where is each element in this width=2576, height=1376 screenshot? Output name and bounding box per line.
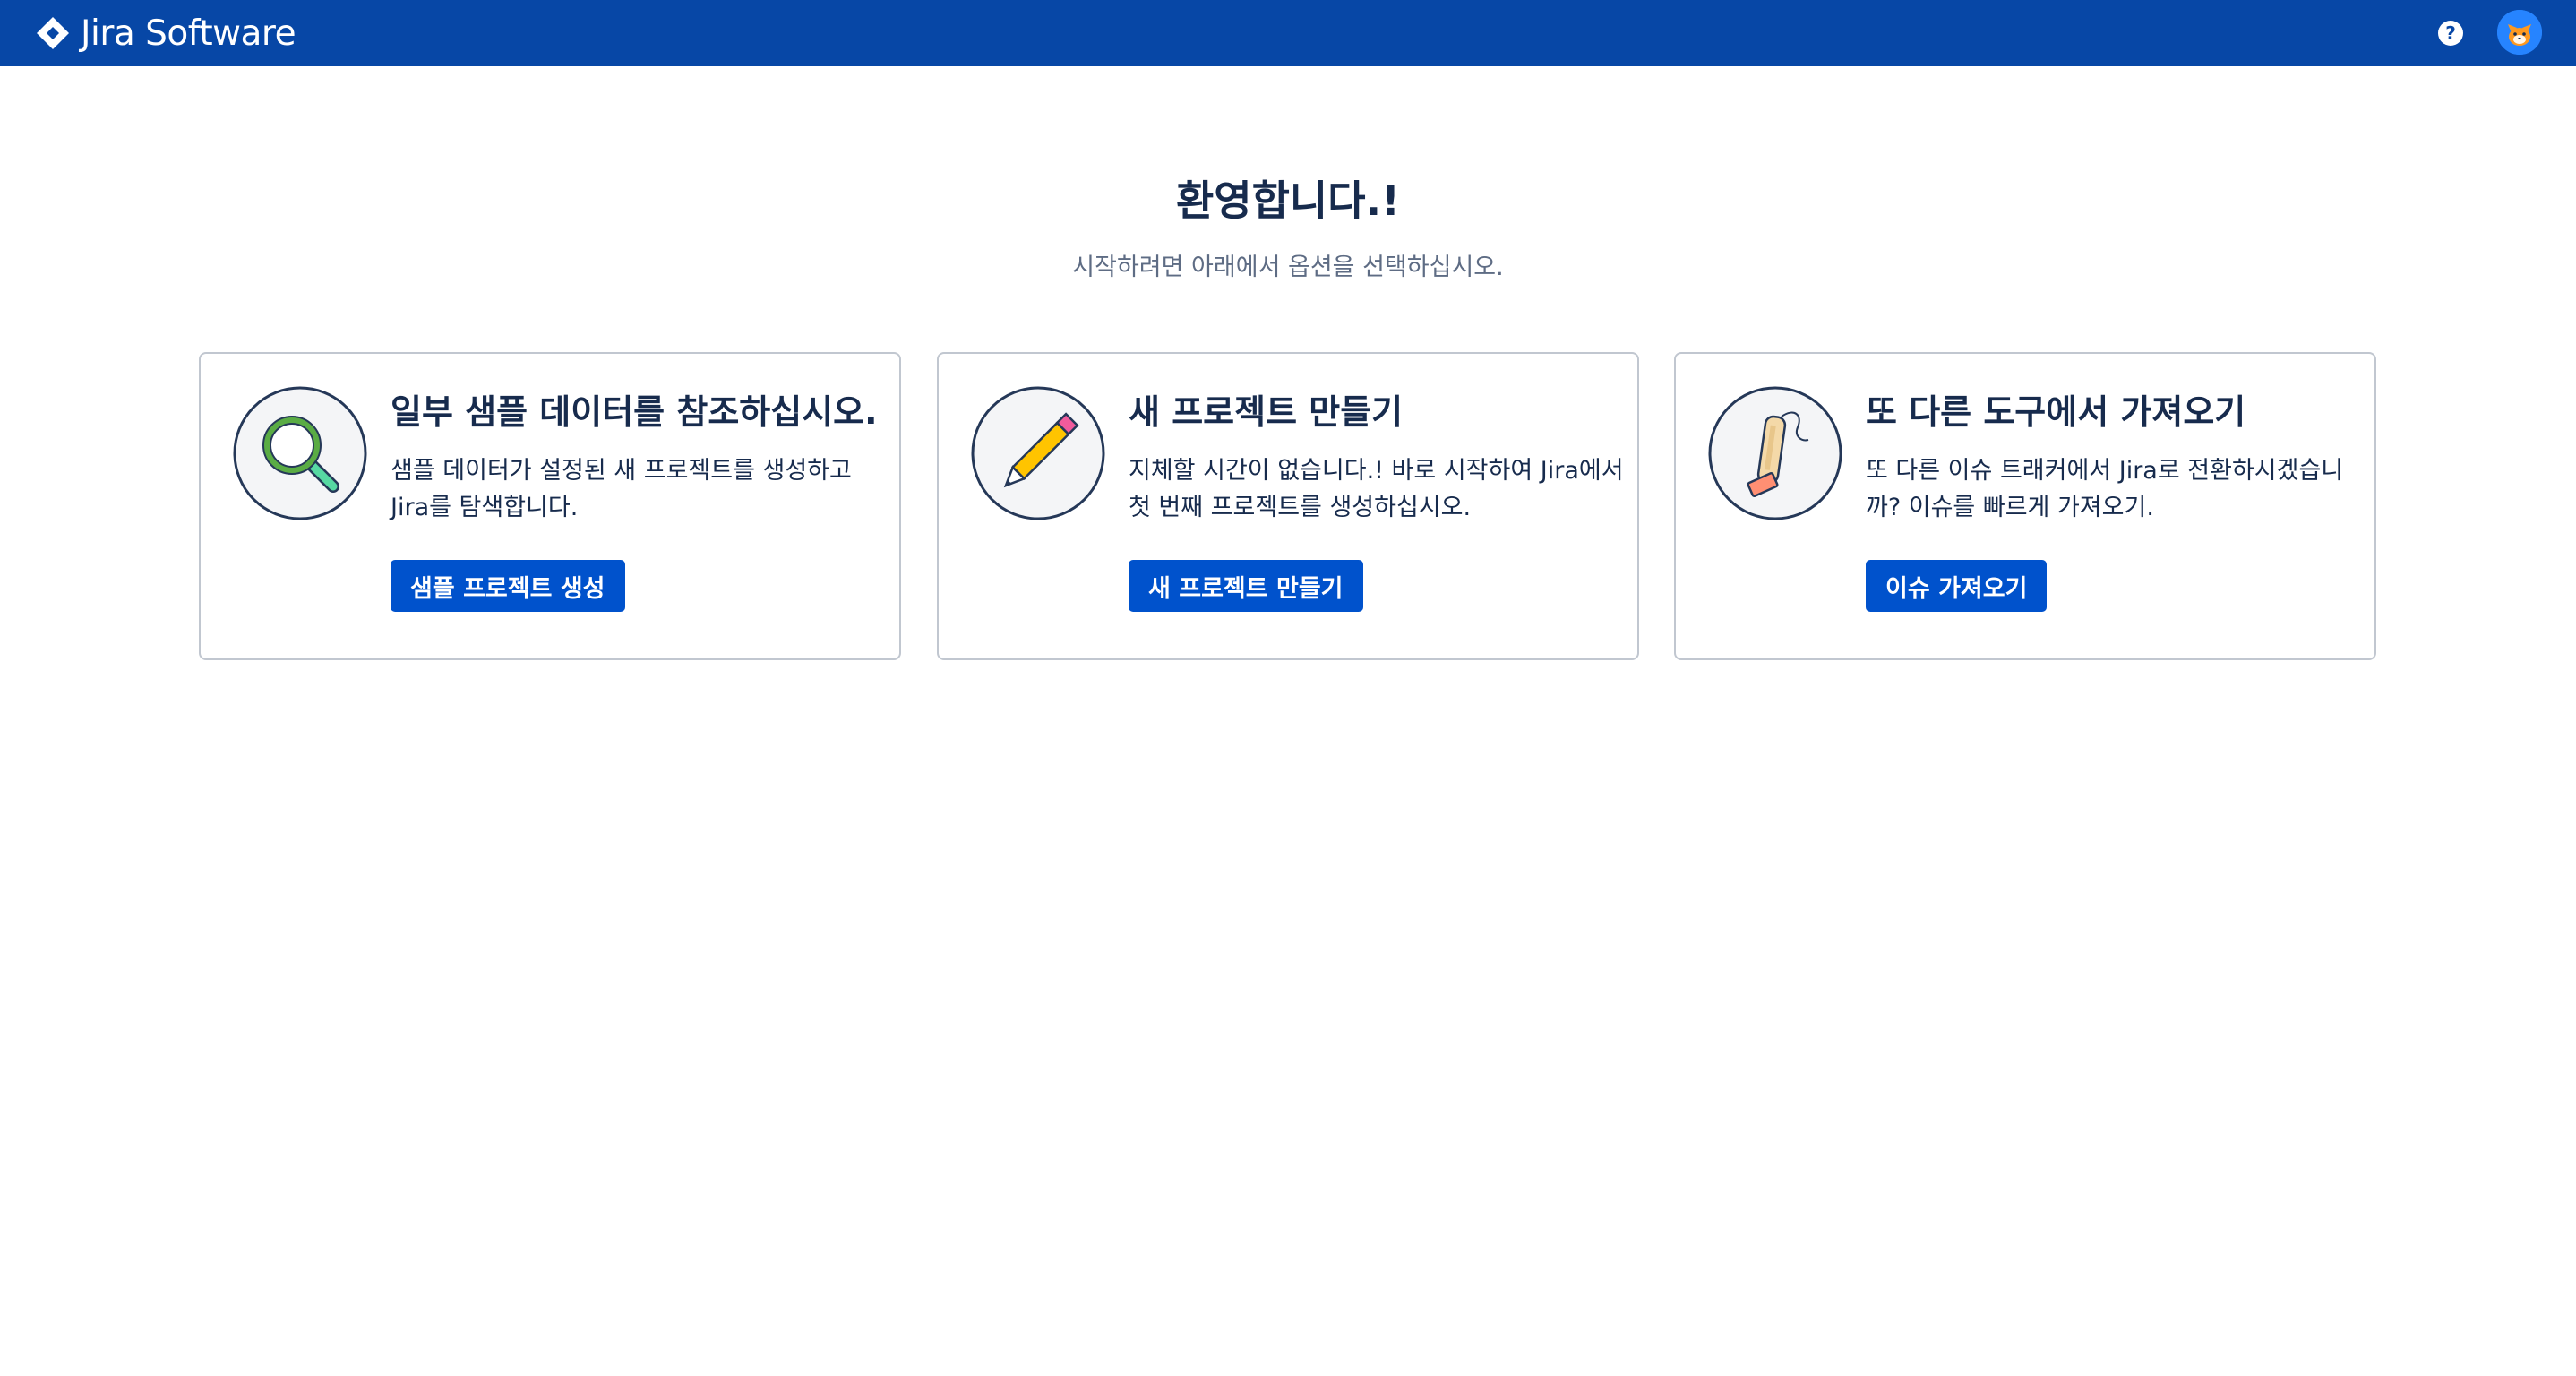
create-sample-project-button[interactable]: 샘플 프로젝트 생성 <box>391 560 625 612</box>
card-description-line: 샘플 데이터가 설정된 새 프로젝트를 생성하고 <box>391 457 852 485</box>
user-avatar-cat <box>2497 10 2542 55</box>
card-description-line: 지체할 시간이 없습니다.! 바로 시작하여 Jira에서 <box>1129 457 1624 485</box>
jira-logo-icon <box>37 17 69 49</box>
card-description-line: Jira를 탐색합니다. <box>391 494 579 521</box>
import-issues-button[interactable]: 이슈 가져오기 <box>1866 560 2048 612</box>
import-card: 또 다른 도구에서 가져오기 또 다른 이슈 트래커에서 Jira로 전환하시겠… <box>1674 352 2376 660</box>
card-title: 또 다른 도구에서 가져오기 <box>1866 392 2246 432</box>
card-description-line: 또 다른 이슈 트래커에서 Jira로 전환하시겠습니 <box>1866 457 2344 485</box>
jira-logo-link[interactable]: Jira Software <box>34 12 296 55</box>
vacuum-import-icon <box>1708 386 1842 520</box>
svg-text:?: ? <box>2445 22 2456 44</box>
magnifying-glass-icon <box>233 386 367 520</box>
pencil-icon <box>971 386 1105 520</box>
new-project-card: 새 프로젝트 만들기 지체할 시간이 없습니다.! 바로 시작하여 Jira에서… <box>937 352 1639 660</box>
create-new-project-button[interactable]: 새 프로젝트 만들기 <box>1129 560 1363 612</box>
card-icon-wrapper <box>233 386 367 520</box>
card-title: 새 프로젝트 만들기 <box>1129 392 1404 432</box>
user-avatar-button[interactable] <box>2497 10 2542 55</box>
card-title: 일부 샘플 데이터를 참조하십시오. <box>391 392 878 432</box>
help-button[interactable]: ? <box>2434 17 2467 49</box>
card-description: 샘플 데이터가 설정된 새 프로젝트를 생성하고 Jira를 탐색합니다. <box>391 452 892 526</box>
card-icon-wrapper <box>971 386 1105 520</box>
card-description: 또 다른 이슈 트래커에서 Jira로 전환하시겠습니 까? 이슈를 빠르게 가… <box>1866 452 2367 526</box>
card-description-line: 첫 번째 프로젝트를 생성하십시오. <box>1129 494 1472 521</box>
card-description-line: 까? 이슈를 빠르게 가져오기. <box>1866 494 2154 521</box>
product-name: Jira Software <box>81 13 296 54</box>
welcome-subtitle: 시작하려면 아래에서 옵션을 선택하십시오. <box>1072 254 1504 281</box>
top-navigation-bar: Jira Software ? <box>0 0 2576 66</box>
card-icon-wrapper <box>1708 386 1842 520</box>
card-description: 지체할 시간이 없습니다.! 바로 시작하여 Jira에서 첫 번째 프로젝트를… <box>1129 452 1630 526</box>
sample-data-card: 일부 샘플 데이터를 참조하십시오. 샘플 데이터가 설정된 새 프로젝트를 생… <box>199 352 901 660</box>
welcome-title: 환영합니다.! <box>1175 176 1401 225</box>
help-icon: ? <box>2438 21 2463 46</box>
